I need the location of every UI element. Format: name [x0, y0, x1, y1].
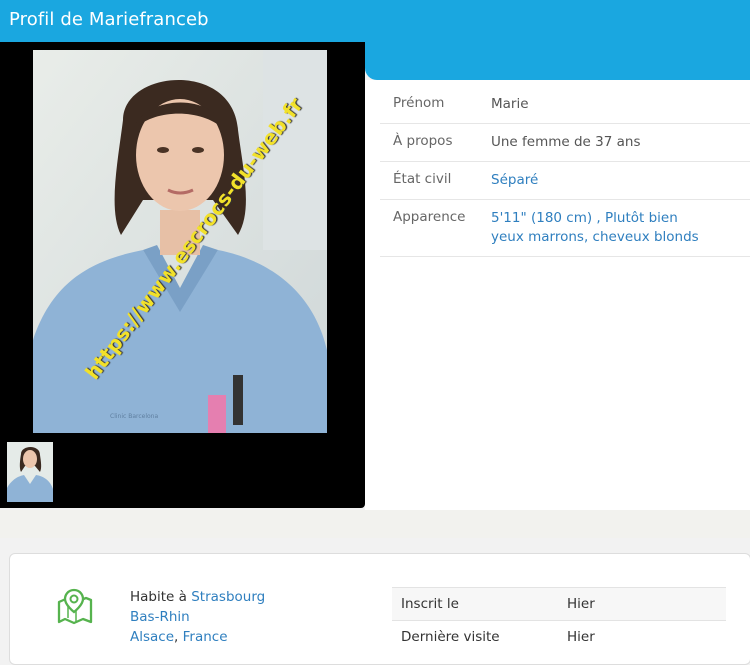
detail-label: Prénom	[393, 95, 445, 111]
activity-stats: Inscrit le Hier Dernière visite Hier	[392, 587, 726, 653]
stat-value: Hier	[567, 596, 595, 612]
location-separator: ,	[174, 629, 183, 645]
country-link[interactable]: France	[183, 629, 228, 645]
appearance-height-link[interactable]: 5'11" (180 cm) , Plutôt bien	[491, 210, 678, 226]
photo-thumbnail[interactable]	[7, 442, 53, 502]
clinic-badge: Clinic Barcelona	[110, 413, 159, 420]
location-info: Habite à Strasbourg Bas-Rhin Alsace, Fra…	[130, 587, 265, 647]
stat-row-registered: Inscrit le Hier	[392, 587, 726, 620]
detail-value: Marie	[491, 96, 529, 112]
detail-row-appearance: Apparence 5'11" (180 cm) , Plutôt bien y…	[380, 200, 750, 257]
civil-status-link[interactable]: Séparé	[491, 172, 538, 188]
detail-label: Apparence	[393, 209, 466, 225]
detail-label: À propos	[393, 133, 453, 149]
city-link[interactable]: Strasbourg	[191, 589, 265, 605]
stat-label: Dernière visite	[401, 629, 500, 645]
appearance-features-link[interactable]: yeux marrons, cheveux blonds	[491, 229, 699, 245]
region-link[interactable]: Bas-Rhin	[130, 609, 190, 625]
detail-row-firstname: Prénom Marie	[380, 86, 750, 124]
section-gap	[0, 510, 750, 538]
area-link[interactable]: Alsace	[130, 629, 174, 645]
profile-details-table: Prénom Marie À propos Une femme de 37 an…	[380, 86, 750, 257]
map-pin-icon	[56, 588, 94, 630]
header-bar: Profil de Mariefranceb	[0, 0, 750, 42]
stat-value: Hier	[567, 629, 595, 645]
detail-row-civil-status: État civil Séparé	[380, 162, 750, 200]
page-title: Profil de Mariefranceb	[9, 9, 209, 30]
location-prefix: Habite à	[130, 589, 187, 605]
detail-row-about: À propos Une femme de 37 ans	[380, 124, 750, 162]
detail-value: Une femme de 37 ans	[491, 134, 641, 150]
header-extension	[365, 42, 750, 80]
stat-row-last-visit: Dernière visite Hier	[392, 620, 726, 653]
stat-label: Inscrit le	[401, 596, 459, 612]
detail-label: État civil	[393, 171, 452, 187]
